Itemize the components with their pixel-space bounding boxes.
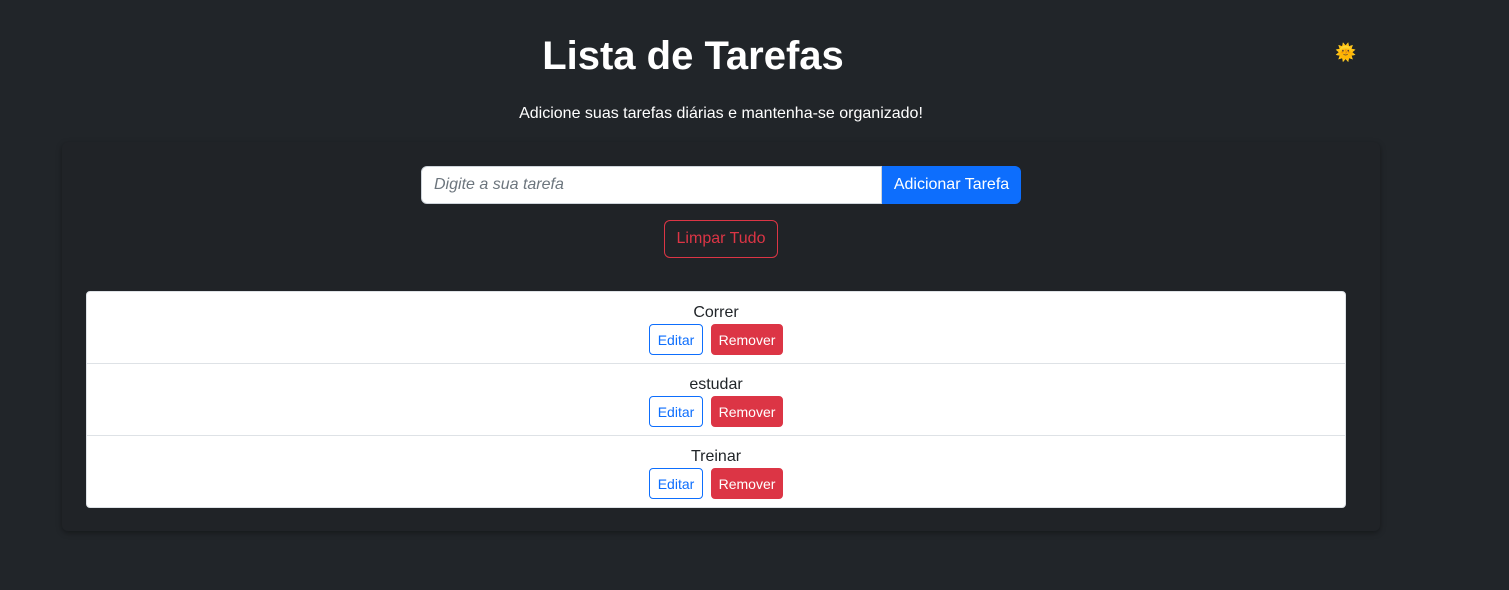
task-text: Correr — [693, 304, 739, 321]
edit-task-button[interactable]: Editar — [649, 468, 703, 499]
task-actions: Editar Remover — [87, 396, 1345, 427]
task-item: Treinar Editar Remover — [87, 436, 1345, 507]
page-title: Lista de Tarefas — [542, 34, 844, 78]
task-actions: Editar Remover — [87, 468, 1345, 499]
edit-task-button[interactable]: Editar — [649, 396, 703, 427]
task-input[interactable] — [421, 166, 882, 204]
task-item: estudar Editar Remover — [87, 364, 1345, 436]
add-task-button[interactable]: Adicionar Tarefa — [882, 166, 1021, 204]
page-subtitle: Adicione suas tarefas diárias e mantenha… — [519, 105, 923, 122]
remove-task-button[interactable]: Remover — [711, 396, 783, 427]
task-text: estudar — [689, 376, 743, 393]
task-text: Treinar — [690, 448, 742, 465]
remove-task-button[interactable]: Remover — [711, 468, 783, 499]
clear-all-button[interactable]: Limpar Tudo — [664, 220, 778, 258]
edit-task-button[interactable]: Editar — [649, 324, 703, 355]
task-item: Correr Editar Remover — [87, 292, 1345, 364]
task-actions: Editar Remover — [87, 324, 1345, 355]
task-list: Correr Editar Remover estudar Editar Rem… — [86, 291, 1346, 508]
task-input-group: Adicionar Tarefa — [421, 166, 1021, 204]
sun-icon[interactable]: 🌞 — [1335, 43, 1356, 63]
remove-task-button[interactable]: Remover — [711, 324, 783, 355]
task-panel: Adicionar Tarefa Limpar Tudo Correr Edit… — [62, 142, 1380, 531]
